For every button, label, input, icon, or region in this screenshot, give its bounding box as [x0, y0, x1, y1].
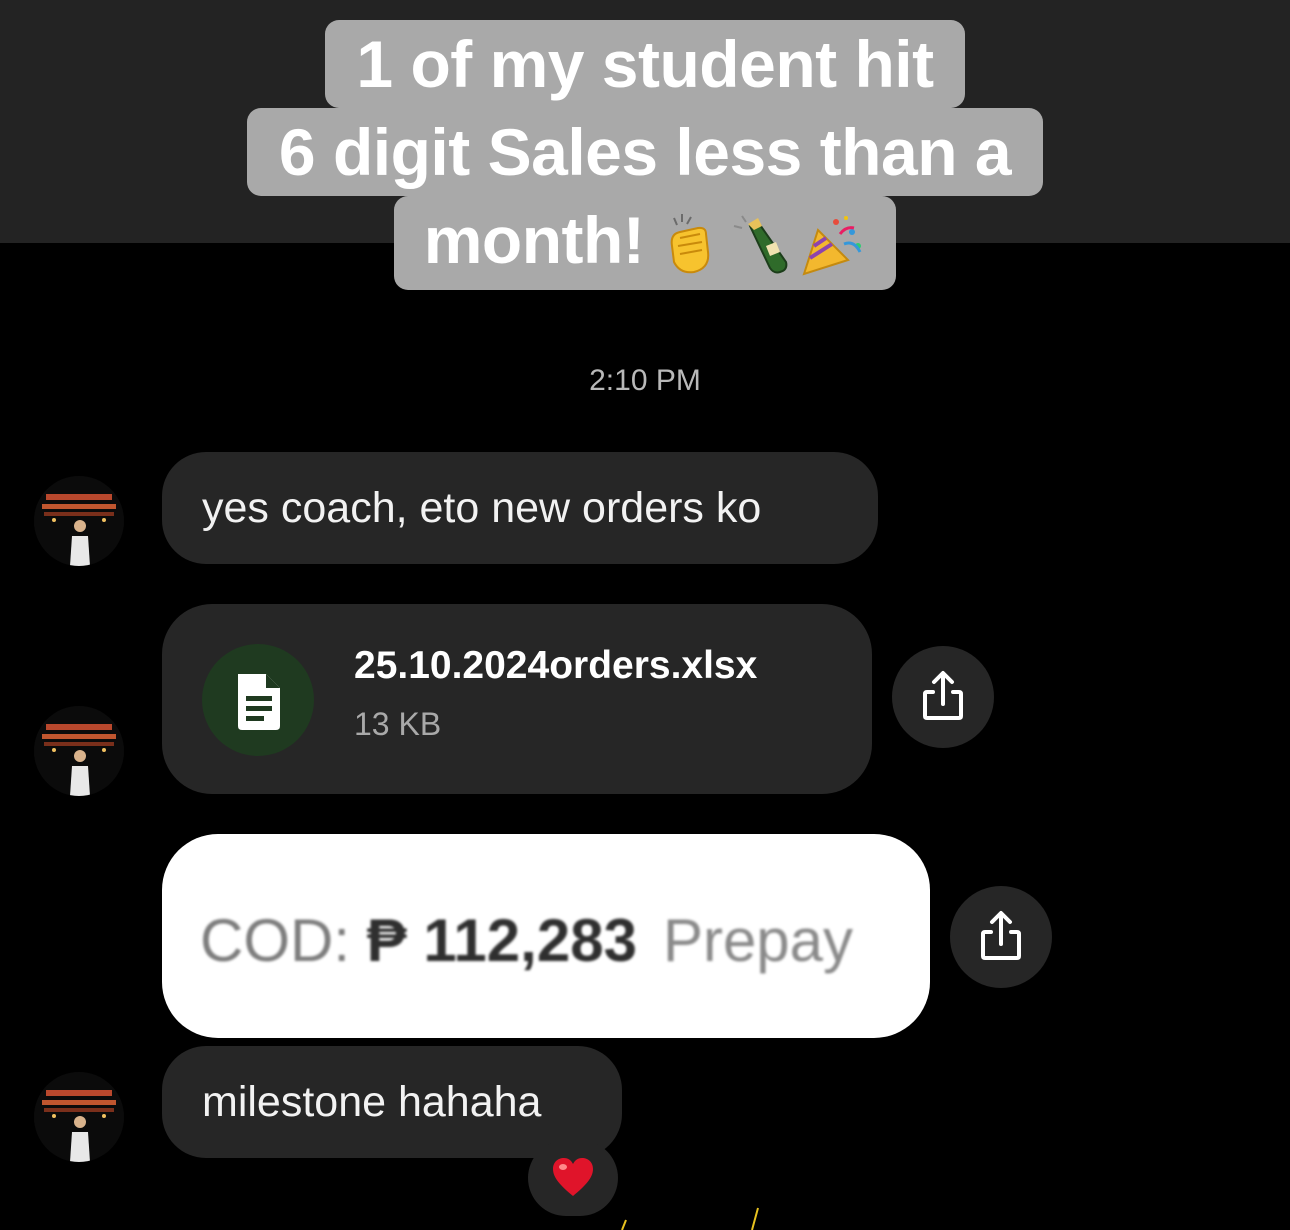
- file-attachment-icon-badge: [202, 644, 314, 756]
- message-text: milestone hahaha: [202, 1078, 542, 1126]
- message-timestamp: 2:10 PM: [589, 364, 701, 397]
- champagne-bottle-icon: [734, 215, 788, 274]
- image-content: COD: ₱ 112,283 Prepay: [200, 906, 853, 975]
- file-name: 25.10.2024orders.xlsx: [354, 644, 758, 687]
- image-cod-label: COD:: [200, 907, 350, 974]
- share-button[interactable]: [892, 646, 994, 748]
- party-popper-icon: [802, 216, 862, 276]
- sender-avatar[interactable]: [34, 706, 124, 796]
- sender-avatar[interactable]: [34, 1072, 124, 1162]
- avatar-photo: [34, 476, 124, 566]
- story-caption: 1 of my student hit 6 digit Sales less t…: [0, 20, 1290, 290]
- message-bubble-file[interactable]: 25.10.2024orders.xlsx 13 KB: [162, 604, 872, 794]
- document-icon: [238, 674, 280, 730]
- message-image-attachment[interactable]: COD: ₱ 112,283 Prepay: [162, 834, 930, 1038]
- image-trailing-text: Prepay: [662, 907, 854, 974]
- avatar-photo: [34, 1072, 124, 1162]
- share-icon: [981, 911, 1021, 960]
- share-icon: [923, 671, 963, 720]
- caption-line-1: 1 of my student hit: [325, 20, 965, 108]
- clapping-hands-icon: [670, 214, 710, 274]
- message-bubble-text[interactable]: yes coach, eto new orders ko: [162, 452, 878, 564]
- avatar-photo: [34, 706, 124, 796]
- message-text: yes coach, eto new orders ko: [202, 484, 762, 532]
- sender-avatar[interactable]: [34, 476, 124, 566]
- caption-line-2: 6 digit Sales less than a: [246, 108, 1044, 196]
- image-amount: ₱ 112,283: [366, 907, 637, 974]
- file-size: 13 KB: [354, 706, 442, 742]
- caption-emojis: [652, 196, 866, 284]
- heart-icon: [553, 1158, 593, 1196]
- yellow-scribble: [621, 1207, 759, 1230]
- caption-line-3-text: month!: [423, 203, 645, 277]
- caption-line-3: month!: [393, 196, 897, 290]
- share-button[interactable]: [950, 886, 1052, 988]
